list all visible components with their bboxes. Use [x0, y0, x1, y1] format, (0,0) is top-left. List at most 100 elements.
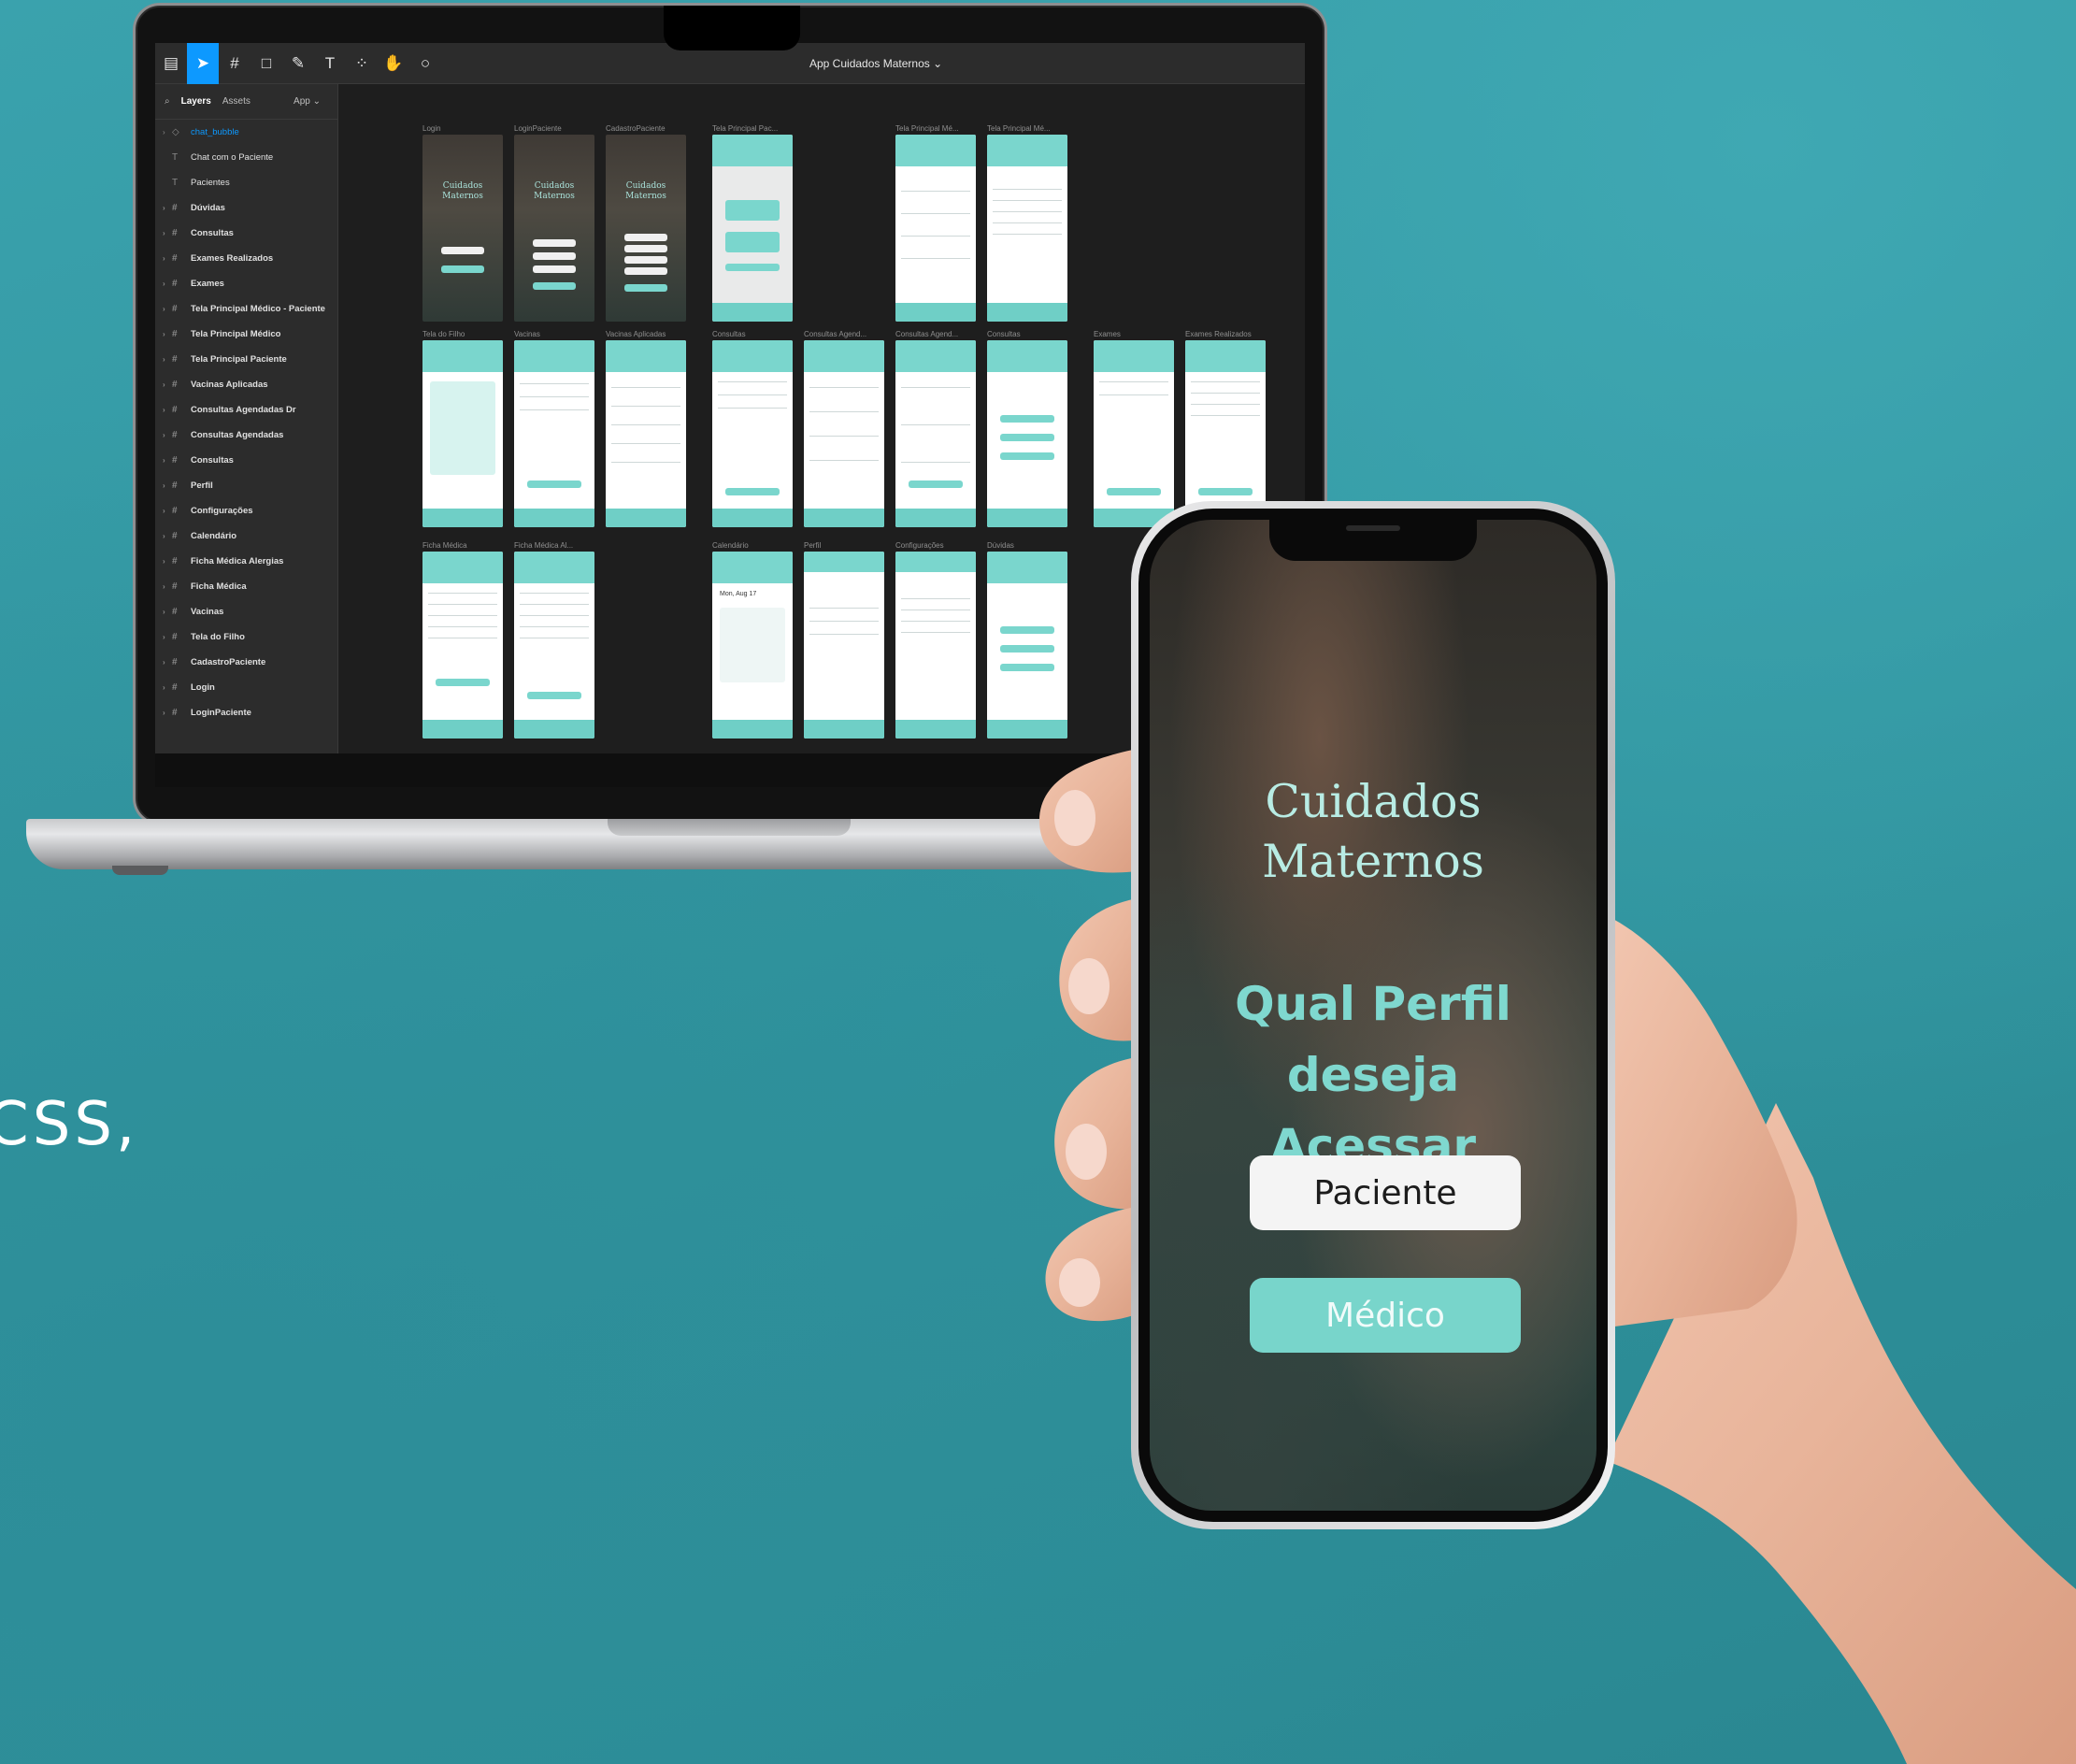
layer-item[interactable]: › # Ficha Médica Alergias — [155, 549, 337, 574]
frame-consultas-medico[interactable] — [987, 340, 1067, 527]
chevron-right-icon[interactable]: › — [163, 128, 172, 136]
tab-assets[interactable]: Assets — [222, 96, 251, 107]
doctor-button[interactable]: Médico — [1250, 1278, 1521, 1353]
layer-item-label: Tela Principal Paciente — [191, 354, 287, 365]
layer-item[interactable]: T Chat com o Paciente — [155, 145, 337, 170]
chevron-right-icon[interactable]: › — [163, 229, 172, 237]
chevron-right-icon[interactable]: › — [163, 658, 172, 667]
frame-configuracoes[interactable] — [895, 552, 976, 739]
layer-item[interactable]: › # Vacinas Aplicadas — [155, 372, 337, 397]
layer-item[interactable]: › # Tela Principal Médico — [155, 322, 337, 347]
layer-item[interactable]: › # Perfil — [155, 473, 337, 498]
chevron-right-icon[interactable]: › — [163, 280, 172, 288]
frame-duvidas[interactable] — [987, 552, 1067, 739]
layer-item[interactable]: › # CadastroPaciente — [155, 650, 337, 675]
layer-item[interactable]: › # Consultas — [155, 448, 337, 473]
layer-item[interactable]: › # Exames — [155, 271, 337, 296]
layer-item[interactable]: › # Exames Realizados — [155, 246, 337, 271]
chevron-right-icon[interactable]: › — [163, 481, 172, 490]
layer-item[interactable]: › # Login — [155, 675, 337, 700]
patient-button[interactable]: Paciente — [1250, 1155, 1521, 1230]
frame-tela-do-filho[interactable] — [422, 340, 503, 527]
frame-consultas-agendadas[interactable] — [804, 340, 884, 527]
frame-exames-realizados[interactable] — [1185, 340, 1266, 527]
shape-tool-icon[interactable]: □ — [251, 43, 282, 84]
frame-label: Consultas Agend... — [804, 330, 867, 338]
layer-item[interactable]: › # LoginPaciente — [155, 700, 337, 725]
frame-icon: # — [172, 455, 178, 466]
layer-item-label: Consultas — [191, 455, 234, 466]
layer-item[interactable]: › ◇ chat_bubble — [155, 120, 337, 145]
layer-item[interactable]: › # Tela Principal Médico - Paciente — [155, 296, 337, 322]
layer-list: › ◇ chat_bubble T Chat com o Paciente T Pacien… — [155, 120, 337, 725]
frame-tela-principal-medico[interactable] — [895, 135, 976, 322]
page-selector[interactable]: App ⌄ — [294, 96, 321, 107]
frame-vacinas-aplicadas[interactable] — [606, 340, 686, 527]
document-title[interactable]: App Cuidados Maternos ⌄ — [809, 43, 942, 84]
layer-item[interactable]: T Pacientes — [155, 170, 337, 195]
chevron-right-icon[interactable]: › — [163, 204, 172, 212]
frame-consultas-agendadas-dr[interactable] — [895, 340, 976, 527]
chevron-right-icon[interactable]: › — [163, 683, 172, 692]
chevron-right-icon[interactable]: › — [163, 608, 172, 616]
components-icon[interactable]: ⁘ — [346, 43, 378, 84]
layer-item[interactable]: › # Dúvidas — [155, 195, 337, 221]
layer-item[interactable]: › # Ficha Médica — [155, 574, 337, 599]
chevron-right-icon[interactable]: › — [163, 532, 172, 540]
frame-icon: # — [172, 607, 178, 617]
frame-tela-principal-paciente[interactable] — [712, 135, 793, 322]
chevron-right-icon[interactable]: › — [163, 305, 172, 313]
layer-item-label: Consultas — [191, 228, 234, 238]
frame-perfil[interactable] — [804, 552, 884, 739]
layer-item-label: Consultas Agendadas — [191, 430, 284, 440]
layer-item[interactable]: › # Tela do Filho — [155, 624, 337, 650]
chevron-right-icon[interactable]: › — [163, 380, 172, 389]
hand-tool-icon[interactable]: ✋ — [378, 43, 409, 84]
frame-tela-principal-medico-paciente[interactable] — [987, 135, 1067, 322]
search-icon[interactable]: ⌕ — [165, 96, 170, 107]
layer-item[interactable]: › # Configurações — [155, 498, 337, 523]
layer-item[interactable]: › # Tela Principal Paciente — [155, 347, 337, 372]
frame-login-paciente[interactable]: Cuidados Maternos — [514, 135, 594, 322]
chevron-right-icon[interactable]: › — [163, 633, 172, 641]
layer-item[interactable]: › # Consultas — [155, 221, 337, 246]
chevron-right-icon[interactable]: › — [163, 330, 172, 338]
chevron-right-icon[interactable]: › — [163, 355, 172, 364]
component-icon: ◇ — [172, 127, 179, 137]
frame-icon: # — [172, 203, 178, 213]
chevron-right-icon[interactable]: › — [163, 507, 172, 515]
frame-exames[interactable] — [1094, 340, 1174, 527]
layer-item[interactable]: › # Consultas Agendadas Dr — [155, 397, 337, 423]
frame-ficha-medica[interactable] — [422, 552, 503, 739]
chevron-right-icon[interactable]: › — [163, 557, 172, 566]
frame-label: Login — [422, 124, 441, 133]
layer-item[interactable]: › # Consultas Agendadas — [155, 423, 337, 448]
frame-cadastro-paciente[interactable]: Cuidados Maternos — [606, 135, 686, 322]
tab-layers[interactable]: Layers — [181, 96, 211, 107]
chevron-right-icon[interactable]: › — [163, 406, 172, 414]
frame-vacinas[interactable] — [514, 340, 594, 527]
laptop-notch — [664, 6, 800, 50]
comment-icon[interactable]: ○ — [409, 43, 441, 84]
layer-item-label: Ficha Médica Alergias — [191, 556, 284, 566]
move-tool-icon[interactable]: ➤ — [187, 43, 219, 84]
frame-ficha-medica-alergias[interactable] — [514, 552, 594, 739]
frame-icon: # — [172, 581, 178, 592]
frame-icon: # — [172, 405, 178, 415]
layer-item[interactable]: › # Calendário — [155, 523, 337, 549]
chevron-right-icon[interactable]: › — [163, 431, 172, 439]
frame-consultas[interactable] — [712, 340, 793, 527]
frame-tool-icon[interactable]: # — [219, 43, 251, 84]
chevron-right-icon[interactable]: › — [163, 582, 172, 591]
frame-calendario[interactable]: Mon, Aug 17 — [712, 552, 793, 739]
chevron-right-icon[interactable]: › — [163, 709, 172, 717]
frame-login[interactable]: Cuidados Maternos — [422, 135, 503, 322]
pen-tool-icon[interactable]: ✎ — [282, 43, 314, 84]
main-menu-icon[interactable]: ▤ — [155, 43, 187, 84]
layer-item[interactable]: › # Vacinas — [155, 599, 337, 624]
text-tool-icon[interactable]: T — [314, 43, 346, 84]
chevron-right-icon[interactable]: › — [163, 254, 172, 263]
frame-icon: # — [172, 354, 178, 365]
chevron-right-icon[interactable]: › — [163, 456, 172, 465]
frame-label: LoginPaciente — [514, 124, 562, 133]
